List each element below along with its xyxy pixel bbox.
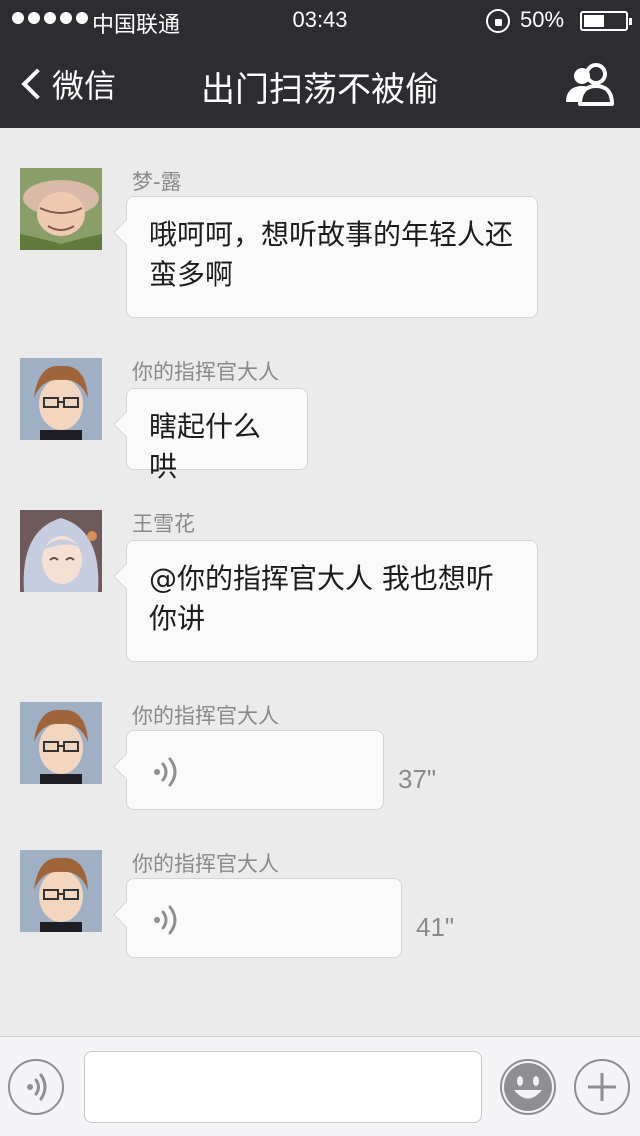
message-text: @你的指挥官大人 我也想听 你讲 (149, 562, 494, 635)
voice-duration: 37" (398, 764, 437, 794)
input-bar (0, 1036, 640, 1136)
avatar[interactable] (20, 850, 102, 932)
plus-icon (588, 1073, 616, 1101)
message-bubble[interactable]: 瞎起什么哄 (126, 388, 308, 483)
voice-duration: 41" (416, 912, 455, 942)
avatar[interactable] (20, 510, 102, 592)
message-text: 瞎起什么哄 (149, 410, 262, 483)
voice-toggle-button[interactable] (8, 1059, 64, 1115)
rotation-lock-icon (486, 9, 510, 33)
avatar[interactable] (20, 702, 102, 784)
chat-title: 出门扫荡不被偷 (201, 70, 439, 110)
battery-percent: 50% (520, 7, 565, 32)
message-input[interactable] (84, 1051, 482, 1123)
battery-icon (580, 11, 632, 31)
nav-bar: 微信 出门扫荡不被偷 (0, 40, 640, 128)
message-bubble[interactable]: @你的指挥官大人 我也想听 你讲 (126, 540, 538, 662)
voice-play-icon (154, 905, 177, 935)
sender-name: 你的指挥官大人 (132, 704, 279, 728)
group-members-icon[interactable] (564, 62, 616, 106)
voice-message-bubble[interactable] (126, 730, 384, 810)
voice-message-bubble[interactable] (126, 878, 402, 958)
avatar[interactable] (20, 358, 102, 440)
message-bubble[interactable]: 哦呵呵，想听故事的年轻人还 蛮多啊 (126, 196, 538, 318)
avatar[interactable] (20, 168, 102, 250)
sender-name: 王雪花 (132, 512, 195, 536)
sender-name: 你的指挥官大人 (132, 852, 279, 876)
emoji-button[interactable] (500, 1059, 556, 1115)
emoji-icon (504, 1063, 552, 1111)
message-text: 哦呵呵，想听故事的年轻人还 蛮多啊 (149, 218, 514, 291)
voice-toggle-icon (27, 1073, 47, 1101)
more-button[interactable] (574, 1059, 630, 1115)
status-bar: 中国联通 03:43 50% (0, 0, 640, 40)
sender-name: 你的指挥官大人 (132, 360, 279, 384)
sender-name: 梦-露 (132, 170, 182, 194)
voice-play-icon (154, 757, 177, 787)
top-bar: 中国联通 03:43 50% 微信 出门扫荡不被偷 (0, 0, 640, 128)
